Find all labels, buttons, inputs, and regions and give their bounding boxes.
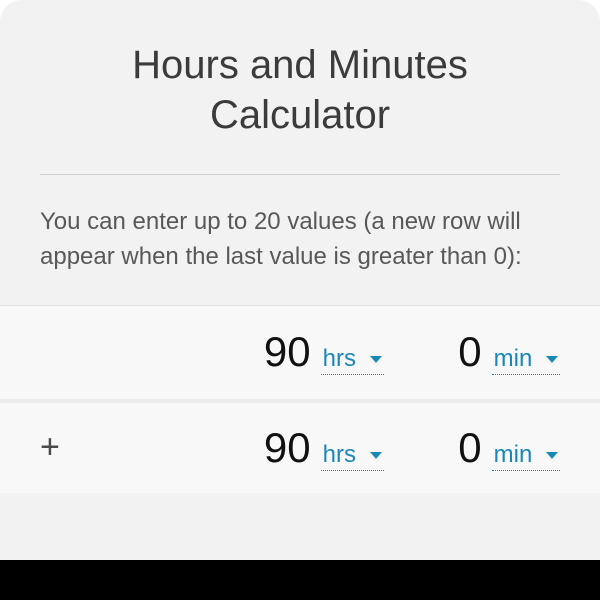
chevron-down-icon (546, 452, 558, 459)
minutes-input[interactable]: 0 (420, 424, 492, 472)
hours-input[interactable]: 90 (249, 424, 321, 472)
hours-unit-dropdown[interactable]: hrs (321, 441, 384, 471)
chevron-down-icon (370, 452, 382, 459)
value-row: 90 hrs 0 min (0, 305, 600, 399)
chevron-down-icon (546, 356, 558, 363)
minutes-unit-label: min (494, 345, 539, 373)
minutes-unit-dropdown[interactable]: min (492, 441, 560, 471)
hours-unit-label: hrs (323, 345, 363, 373)
hours-unit-label: hrs (323, 441, 363, 469)
minutes-input[interactable]: 0 (420, 328, 492, 376)
value-row: + 90 hrs 0 min (0, 399, 600, 493)
minutes-unit-dropdown[interactable]: min (492, 345, 560, 375)
operator-label: + (40, 428, 84, 467)
minutes-unit-label: min (494, 441, 539, 469)
title-container: Hours and Minutes Calculator (0, 0, 600, 175)
intro-text: You can enter up to 20 values (a new row… (0, 175, 600, 305)
chevron-down-icon (370, 356, 382, 363)
calculator-card: Hours and Minutes Calculator You can ent… (0, 0, 600, 600)
hours-unit-dropdown[interactable]: hrs (321, 345, 384, 375)
hours-input[interactable]: 90 (249, 328, 321, 376)
page-title: Hours and Minutes Calculator (40, 40, 560, 175)
bottom-black-bar (0, 560, 600, 600)
